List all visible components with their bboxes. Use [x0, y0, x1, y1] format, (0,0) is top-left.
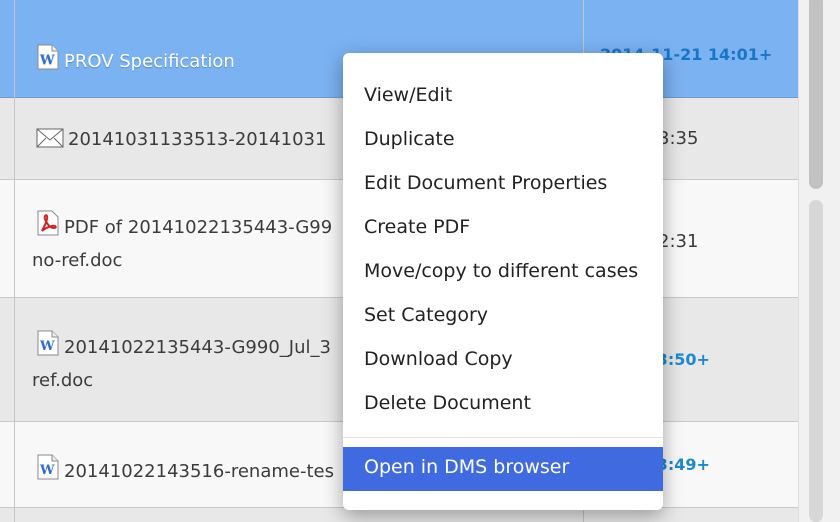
menu-item-delete-document[interactable]: Delete Document — [364, 392, 531, 414]
document-name[interactable]: W 20141022135443-G990_Jul_3 — [36, 330, 331, 361]
menu-item-download-copy[interactable]: Download Copy — [364, 348, 513, 370]
menu-item-create-pdf[interactable]: Create PDF — [364, 216, 470, 238]
document-name[interactable]: W 20141022143516-rename-tes — [36, 454, 334, 485]
menu-separator — [343, 437, 663, 438]
column-divider — [14, 0, 15, 522]
svg-text:W: W — [39, 53, 55, 68]
document-name-continued: no-ref.doc — [32, 250, 123, 271]
table-row[interactable] — [0, 508, 798, 522]
document-name[interactable]: 20141031133513-20141031 — [36, 128, 326, 153]
menu-item-set-category[interactable]: Set Category — [364, 304, 488, 326]
vertical-scrollbar[interactable] — [798, 0, 840, 522]
svg-text:W: W — [39, 463, 55, 478]
scrollbar-thumb[interactable] — [809, 0, 823, 189]
context-menu: View/Edit Duplicate Edit Document Proper… — [343, 53, 663, 510]
menu-item-label: Open in DMS browser — [364, 456, 570, 478]
document-name[interactable]: W PROV Specification — [36, 44, 235, 75]
envelope-icon — [36, 128, 64, 153]
menu-item-view-edit[interactable]: View/Edit — [364, 84, 452, 106]
svg-text:W: W — [39, 339, 55, 354]
word-doc-icon: W — [36, 330, 60, 361]
menu-item-open-dms-browser[interactable]: Open in DMS browser — [343, 447, 663, 491]
word-doc-icon: W — [36, 454, 60, 485]
word-doc-icon: W — [36, 44, 60, 75]
menu-item-duplicate[interactable]: Duplicate — [364, 128, 455, 150]
menu-item-move-copy[interactable]: Move/copy to different cases — [364, 260, 638, 282]
menu-item-edit-properties[interactable]: Edit Document Properties — [364, 172, 607, 194]
scrollbar-track-lower — [809, 200, 823, 522]
pdf-icon — [36, 210, 60, 241]
document-name-continued: ref.doc — [32, 370, 94, 391]
document-name[interactable]: PDF of 20141022135443-G99 — [36, 210, 332, 241]
